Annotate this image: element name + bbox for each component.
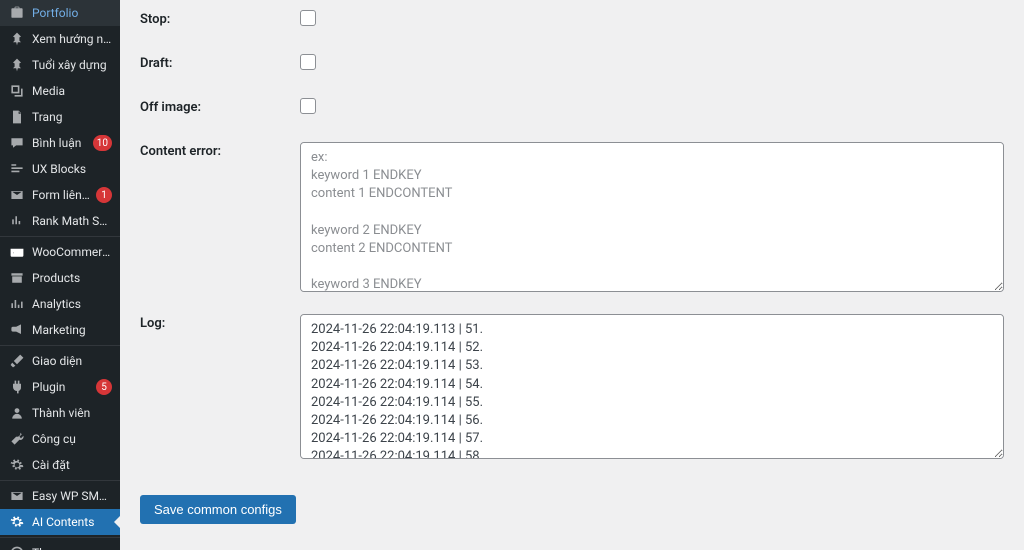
media-icon bbox=[8, 82, 26, 100]
chart-icon bbox=[8, 212, 26, 230]
sidebar-item-giao-diện[interactable]: Giao diện bbox=[0, 348, 120, 374]
sidebar-item-plugin[interactable]: Plugin 5 bbox=[0, 374, 120, 400]
label-stop: Stop: bbox=[140, 10, 300, 27]
plug-icon bbox=[8, 378, 26, 396]
gear-icon bbox=[8, 513, 26, 531]
textarea-log[interactable] bbox=[300, 314, 1004, 459]
sidebar-item-products[interactable]: Products bbox=[0, 265, 120, 291]
sidebar-item-cài-đặt[interactable]: Cài đặt bbox=[0, 452, 120, 478]
sidebar-item-tuổi-xây-dựng[interactable]: Tuổi xây dựng bbox=[0, 52, 120, 78]
sidebar-item-label: Bình luận bbox=[32, 136, 89, 150]
wrench-icon bbox=[8, 430, 26, 448]
sidebar-item-label: Rank Math SEO bbox=[32, 214, 112, 228]
sidebar-separator bbox=[0, 345, 120, 346]
label-content-error: Content error: bbox=[140, 142, 300, 159]
notification-badge: 5 bbox=[96, 379, 112, 395]
field-draft: Draft: bbox=[140, 54, 1004, 74]
sidebar-item-form-liên-hệ[interactable]: Form liên hệ 1 bbox=[0, 182, 120, 208]
sidebar-item-label: Trang bbox=[32, 110, 112, 124]
pin-icon bbox=[8, 30, 26, 48]
pin-icon bbox=[8, 56, 26, 74]
page-icon bbox=[8, 108, 26, 126]
checkbox-stop[interactable] bbox=[300, 10, 316, 26]
sidebar-item-label: UX Blocks bbox=[32, 162, 112, 176]
sidebar-item-marketing[interactable]: Marketing bbox=[0, 317, 120, 343]
notification-badge: 10 bbox=[93, 135, 112, 151]
sidebar-item-trang[interactable]: Trang bbox=[0, 104, 120, 130]
label-off-image: Off image: bbox=[140, 98, 300, 115]
main-content: Stop: Draft: Off image: Content error: L… bbox=[120, 0, 1024, 550]
sidebar-item-label: WooCommerce bbox=[32, 245, 112, 259]
sidebar-item-rank-math-seo[interactable]: Rank Math SEO bbox=[0, 208, 120, 234]
sidebar-item-label: Xem hướng nhà bbox=[32, 32, 112, 46]
sidebar-item-analytics[interactable]: Analytics bbox=[0, 291, 120, 317]
gear-icon bbox=[8, 456, 26, 474]
mail-icon bbox=[8, 186, 26, 204]
sidebar-item-ux-blocks[interactable]: UX Blocks bbox=[0, 156, 120, 182]
sidebar-item-label: Easy WP SMTP bbox=[32, 489, 112, 503]
sidebar-item-label: Plugin bbox=[32, 380, 92, 394]
sidebar-separator bbox=[0, 537, 120, 538]
archive-icon bbox=[8, 269, 26, 287]
analytics-icon bbox=[8, 295, 26, 313]
brush-icon bbox=[8, 352, 26, 370]
sidebar-item-portfolio[interactable]: Portfolio bbox=[0, 0, 120, 26]
label-draft: Draft: bbox=[140, 54, 300, 71]
field-off-image: Off image: bbox=[140, 98, 1004, 118]
sidebar-item-label: Cài đặt bbox=[32, 458, 112, 472]
sidebar-item-woocommerce[interactable]: WooCommerce bbox=[0, 239, 120, 265]
textarea-content-error[interactable] bbox=[300, 142, 1004, 292]
notification-badge: 1 bbox=[96, 187, 112, 203]
user-icon bbox=[8, 404, 26, 422]
sidebar-item-label: Portfolio bbox=[32, 6, 112, 20]
field-content-error: Content error: bbox=[140, 142, 1004, 296]
woo-icon bbox=[8, 243, 26, 261]
field-log: Log: bbox=[140, 314, 1004, 463]
sidebar-item-thành-viên[interactable]: Thành viên bbox=[0, 400, 120, 426]
sidebar-item-label: Analytics bbox=[32, 297, 112, 311]
sidebar-item-label: Công cụ bbox=[32, 432, 112, 446]
sidebar-item-media[interactable]: Media bbox=[0, 78, 120, 104]
collapse-icon bbox=[8, 544, 26, 550]
sidebar-item-bình-luận[interactable]: Bình luận 10 bbox=[0, 130, 120, 156]
sidebar-item-label: Giao diện bbox=[32, 354, 112, 368]
sidebar-item-label: Marketing bbox=[32, 323, 112, 337]
sidebar-item-label: Thu gọn menu bbox=[32, 546, 112, 550]
checkbox-off-image[interactable] bbox=[300, 98, 316, 114]
checkbox-draft[interactable] bbox=[300, 54, 316, 70]
sidebar-item-label: Form liên hệ bbox=[32, 188, 92, 202]
sidebar-item-thu-gọn-menu[interactable]: Thu gọn menu bbox=[0, 540, 120, 550]
sidebar-item-xem-hướng-nhà[interactable]: Xem hướng nhà bbox=[0, 26, 120, 52]
blocks-icon bbox=[8, 160, 26, 178]
sidebar-item-easy-wp-smtp[interactable]: Easy WP SMTP bbox=[0, 483, 120, 509]
sidebar-item-ai-contents[interactable]: AI Contents bbox=[0, 509, 120, 535]
briefcase-icon bbox=[8, 4, 26, 22]
field-stop: Stop: bbox=[140, 10, 1004, 30]
sidebar-item-label: AI Contents bbox=[32, 515, 112, 529]
mail-icon bbox=[8, 487, 26, 505]
megaphone-icon bbox=[8, 321, 26, 339]
sidebar-item-label: Thành viên bbox=[32, 406, 112, 420]
sidebar-item-công-cụ[interactable]: Công cụ bbox=[0, 426, 120, 452]
sidebar-item-label: Products bbox=[32, 271, 112, 285]
sidebar-item-label: Media bbox=[32, 84, 112, 98]
sidebar-separator bbox=[0, 480, 120, 481]
label-log: Log: bbox=[140, 314, 300, 331]
save-button[interactable]: Save common configs bbox=[140, 495, 296, 524]
sidebar-item-label: Tuổi xây dựng bbox=[32, 58, 112, 72]
admin-sidebar: Portfolio Xem hướng nhà Tuổi xây dựng Media… bbox=[0, 0, 120, 550]
sidebar-separator bbox=[0, 236, 120, 237]
comment-icon bbox=[8, 134, 26, 152]
